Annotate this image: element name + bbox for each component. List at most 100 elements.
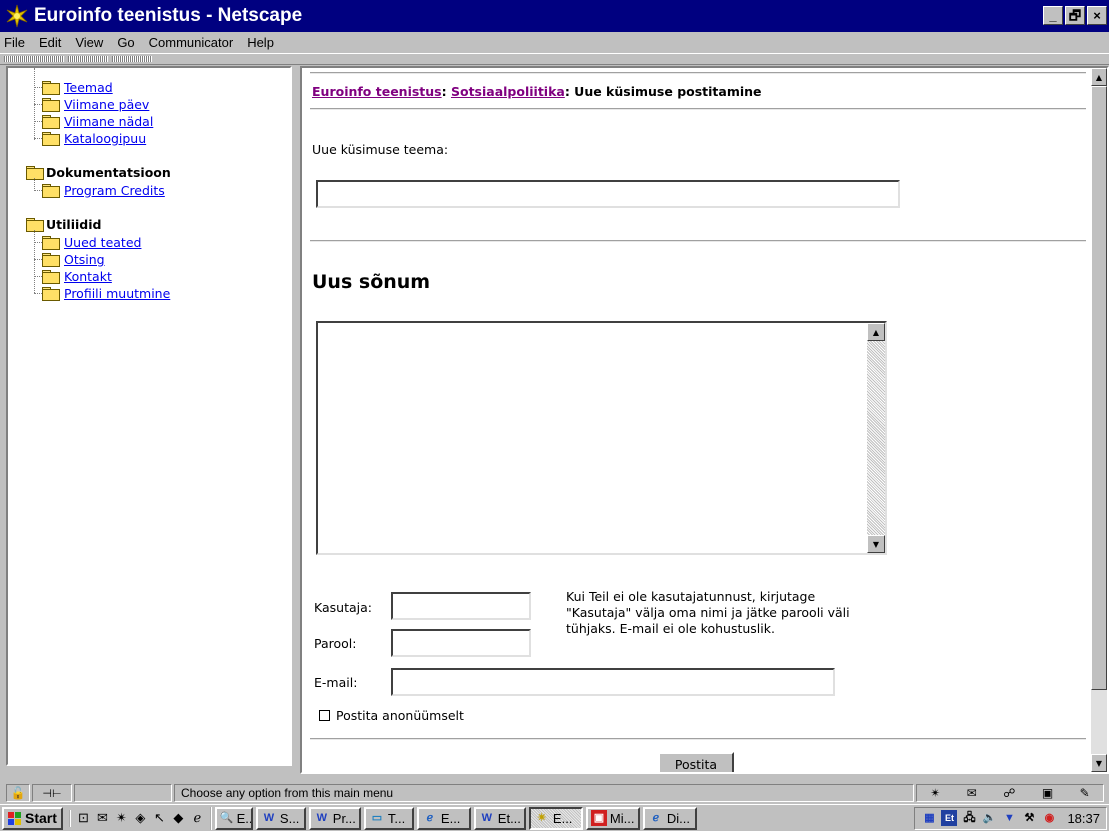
post-button[interactable]: Postita [658,752,734,772]
collapsed-toolbars[interactable] [0,53,1109,65]
toolbar-grip[interactable] [112,56,152,62]
menu-go[interactable]: Go [111,35,142,50]
nav-item-otsing[interactable]: Otsing [42,251,105,268]
anonymous-checkbox[interactable] [319,710,330,721]
mail-icon[interactable]: ✉ [967,786,977,800]
menu-edit[interactable]: Edit [33,35,69,50]
navigator-icon[interactable]: ✴ [930,786,940,800]
minimize-button[interactable]: _ [1043,6,1063,25]
close-button[interactable]: × [1087,6,1107,25]
scroll-down-icon[interactable]: ▼ [1091,754,1107,772]
folder-icon [42,132,60,146]
scheduler-icon[interactable]: ⚒ [1021,810,1037,826]
status-text: Choose any option from this main menu [174,784,914,802]
scroll-up-icon[interactable]: ▲ [867,323,885,341]
internet-explorer-icon[interactable]: ℯ [189,810,206,827]
nav-item-viimane-nadal[interactable]: Viimane nädal [42,113,153,130]
email-input[interactable] [391,668,835,696]
folder-icon [42,287,60,301]
frame-divider[interactable] [292,66,300,766]
divider [310,240,1086,242]
scrollbar-thumb[interactable] [1091,86,1107,690]
login-hint: Kui Teil ei ole kasutajatunnust, kirjuta… [566,589,850,636]
nav-link[interactable]: Otsing [64,252,105,267]
menu-view[interactable]: View [69,35,111,50]
messenger-icon[interactable]: ◆ [170,810,187,827]
nav-item-uued-teated[interactable]: Uued teated [42,234,141,251]
page-scrollbar[interactable]: ▲ ▼ [1091,68,1107,772]
nav-item-kontakt[interactable]: Kontakt [42,268,112,285]
nav-item-viimane-paev[interactable]: Viimane päev [42,96,149,113]
toolbar-grip[interactable] [68,56,108,62]
menu-file[interactable]: File [0,35,33,50]
scroll-up-icon[interactable]: ▲ [1091,68,1107,86]
breadcrumb-link-euroinfo[interactable]: Euroinfo teenistus [312,84,442,99]
password-label: Parool: [314,636,357,651]
taskbar-button[interactable]: 🔍E... [214,806,253,830]
presentation-icon: ▣ [590,810,607,826]
channels-icon[interactable]: ◈ [132,810,149,827]
folder-icon [42,184,60,198]
addressbook-icon[interactable]: ▣ [1042,786,1053,800]
computer-icon: ▭ [371,812,383,824]
message-heading: Uus sõnum [312,271,431,293]
taskbar-button[interactable]: W Pr... [308,806,361,830]
post-question-form: Euroinfo teenistus: Sotsiaalpoliitika: U… [302,68,1092,772]
username-input[interactable] [391,592,531,620]
volume-icon[interactable]: 🔈 [981,810,997,826]
taskbar-button-active[interactable]: ✴ E... [528,806,583,830]
outlook-icon[interactable]: ✉ [94,810,111,827]
subject-input[interactable] [316,180,900,208]
antivirus-icon[interactable]: ◉ [1041,810,1057,826]
nav-link[interactable]: Uued teated [64,235,141,250]
language-indicator-icon[interactable]: Et [941,810,958,826]
nav-link[interactable]: Program Credits [64,183,165,198]
nav-link[interactable]: Profiili muutmine [64,286,170,301]
menu-communicator[interactable]: Communicator [143,35,242,50]
nav-group-utiliidid: Utiliidid [26,216,101,233]
show-desktop-icon[interactable]: ⊡ [75,810,92,827]
taskbar-button[interactable]: ▣ Mi... [585,806,640,830]
windows-taskbar: Start ⊡ ✉ ✴ ◈ ↖ ◆ ℯ 🔍E... WS... WPr... ▭… [0,804,1109,831]
toolbar-grip[interactable] [4,56,64,62]
divider [310,108,1086,110]
nav-item-kataloogipuu[interactable]: Kataloogipuu [42,130,146,147]
composer-icon[interactable]: ✎ [1080,786,1090,800]
nav-link[interactable]: Viimane nädal [64,114,153,129]
nav-item-profiili-muutmine[interactable]: Profiili muutmine [42,285,170,302]
tray-app-icon[interactable]: ▦ [921,810,937,826]
security-lock-icon[interactable]: 🔓 [6,784,30,802]
cursor-tool-icon[interactable]: ↖ [151,810,168,827]
menu-help[interactable]: Help [241,35,282,50]
nav-item-program-credits[interactable]: Program Credits [42,182,165,199]
password-input[interactable] [391,629,531,657]
taskbar-button[interactable]: W Et... [473,806,526,830]
folder-icon [42,115,60,129]
nav-item-teemad[interactable]: Teemad [42,79,113,96]
subject-label: Uue küsimuse teema: [312,142,449,157]
textarea-scrollbar[interactable]: ▲ ▼ [867,323,885,553]
nav-link[interactable]: Viimane päev [64,97,149,112]
nav-link[interactable]: Teemad [64,80,113,95]
nav-link[interactable]: Kataloogipuu [64,131,146,146]
window-titlebar[interactable]: Euroinfo teenistus - Netscape _ 🗗 × [0,0,1109,32]
clock[interactable]: 18:37 [1067,811,1100,826]
taskbar-button[interactable]: ℯ Di... [642,806,697,830]
filter-icon[interactable]: ▼ [1001,810,1017,826]
network-icon[interactable]: 🖧 [961,810,977,826]
breadcrumb: Euroinfo teenistus: Sotsiaalpoliitika: U… [312,84,762,99]
taskbar-button[interactable]: ▭ T... [363,806,414,830]
folder-icon [42,98,60,112]
taskbar-button[interactable]: ℯ E... [416,806,471,830]
breadcrumb-link-sotsiaalpoliitika[interactable]: Sotsiaalpoliitika [451,84,565,99]
divider [310,738,1086,740]
message-textarea[interactable]: ▲ ▼ [316,321,887,555]
taskbar-button[interactable]: W S... [255,806,306,830]
ie-icon: ℯ [652,812,660,824]
maximize-button[interactable]: 🗗 [1065,6,1085,25]
scroll-down-icon[interactable]: ▼ [867,535,885,553]
nav-link[interactable]: Kontakt [64,269,112,284]
newsgroups-icon[interactable]: ☍ [1003,786,1015,800]
netscape-launch-icon[interactable]: ✴ [113,810,130,827]
start-button[interactable]: Start [2,806,63,830]
